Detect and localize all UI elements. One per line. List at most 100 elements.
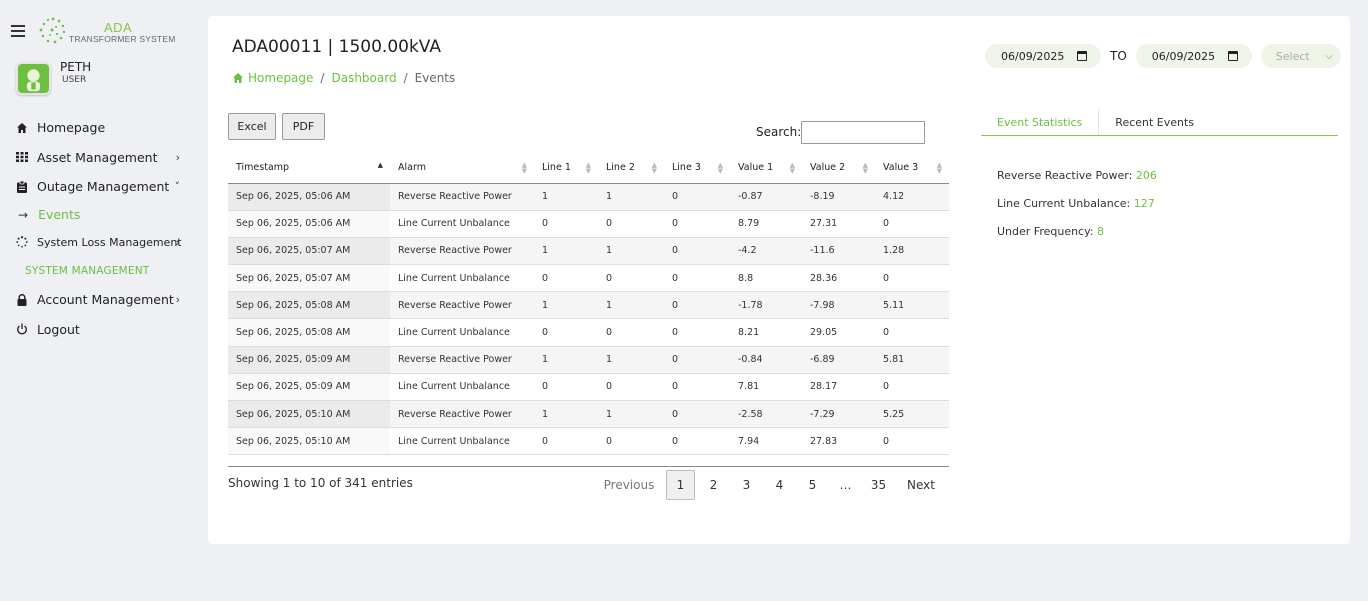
page-button-1[interactable]: 1 (666, 470, 695, 500)
table-cell: -1.78 (730, 291, 802, 320)
power-icon (15, 322, 29, 336)
table-row[interactable]: Sep 06, 2025, 05:10 AM Line Current Unbal… (228, 427, 949, 456)
table-row[interactable]: Sep 06, 2025, 05:08 AM Line Current Unbal… (228, 318, 949, 347)
chevron-down-icon: ⌵ (1325, 50, 1333, 62)
table-row[interactable]: Sep 06, 2025, 05:07 AM Line Current Unbal… (228, 264, 949, 293)
calendar-icon[interactable] (1077, 51, 1087, 61)
table-row[interactable]: Sep 06, 2025, 05:10 AM Reverse Reactive P… (228, 400, 949, 429)
column-header[interactable]: Value 2 ▲ ▼ (802, 153, 875, 184)
table-row[interactable]: Sep 06, 2025, 05:08 AM Reverse Reactive P… (228, 291, 949, 320)
page-button-4[interactable]: 4 (763, 470, 796, 500)
table-cell: 1 (598, 400, 664, 429)
column-header-label: Line 3 (672, 162, 701, 174)
sidebar-item-label: Account Management (37, 292, 174, 308)
search-input[interactable] (801, 121, 925, 144)
column-header[interactable]: Timestamp ▲ ▼ (228, 153, 390, 184)
table-cell: -8.19 (802, 183, 875, 211)
sidebar-section-system-management: SYSTEM MANAGEMENT (25, 265, 150, 277)
sort-icon: ▲ ▼ (521, 161, 527, 175)
user-role: USER (62, 75, 87, 85)
table-cell: 4.12 (875, 183, 949, 211)
column-header[interactable]: Line 1 ▲ ▼ (534, 153, 598, 184)
column-header[interactable]: Value 1 ▲ ▼ (730, 153, 802, 184)
sidebar-item-system-loss-management[interactable]: System Loss Management › (0, 228, 200, 258)
table-cell: 1 (598, 183, 664, 211)
table-row[interactable]: Sep 06, 2025, 05:06 AM Line Current Unbal… (228, 210, 949, 238)
date-from-input[interactable]: 06/09/2025 (985, 44, 1101, 68)
page-button-2[interactable]: 2 (697, 470, 730, 500)
table-cell: -2.58 (730, 400, 802, 429)
table-cell: 0 (875, 373, 949, 402)
table-cell: 0 (598, 373, 664, 402)
breadcrumb-dashboard[interactable]: Dashboard (331, 71, 396, 85)
sidebar-item-outage-management[interactable]: Outage Management ˅ (0, 172, 200, 202)
transformer-select[interactable]: Select ⌵ (1260, 44, 1341, 68)
table-cell: Sep 06, 2025, 05:07 AM (228, 237, 390, 266)
table-cell: 0 (664, 291, 730, 320)
column-header[interactable]: Value 3 ▲ ▼ (875, 153, 949, 184)
sort-icon: ▲ ▼ (585, 161, 591, 175)
tab-event-statistics[interactable]: Event Statistics (981, 109, 1100, 135)
excel-export-button[interactable]: Excel (228, 113, 276, 140)
page-button-last[interactable]: 35 (862, 470, 895, 500)
table-cell: Sep 06, 2025, 05:07 AM (228, 264, 390, 293)
sort-icon: ▲ ▼ (862, 161, 868, 175)
clipboard-icon (15, 180, 29, 194)
column-header-label: Value 2 (810, 162, 846, 174)
page-button-3[interactable]: 3 (730, 470, 763, 500)
table-cell: 29.05 (802, 318, 875, 347)
table-cell: 7.94 (730, 427, 802, 456)
table-cell: -0.84 (730, 346, 802, 374)
stat-row: Under Frequency: 8 (997, 225, 1157, 253)
breadcrumb-separator: / (403, 71, 408, 85)
previous-page-button[interactable]: Previous (594, 470, 664, 500)
table-cell: Sep 06, 2025, 05:10 AM (228, 427, 390, 456)
sidebar-item-homepage[interactable]: Homepage (0, 113, 200, 143)
sidebar-item-label: Outage Management (37, 179, 170, 195)
sidebar-item-logout[interactable]: Logout (0, 315, 200, 345)
table-cell: 5.11 (875, 291, 949, 320)
next-page-button[interactable]: Next (895, 470, 947, 500)
calendar-icon[interactable] (1227, 51, 1238, 61)
table-cell: 8.21 (730, 318, 802, 347)
sidebar-item-account-management[interactable]: Account Management › (0, 285, 200, 315)
table-row[interactable]: Sep 06, 2025, 05:06 AM Reverse Reactive P… (228, 183, 949, 211)
column-header[interactable]: Alarm ▲ ▼ (390, 153, 534, 184)
stat-value: 8 (1097, 225, 1105, 238)
sidebar-nav: Homepage Asset Management › Outage Manag… (0, 113, 200, 344)
stat-label: Reverse Reactive Power: (997, 169, 1133, 182)
tab-recent-events[interactable]: Recent Events (1099, 109, 1210, 135)
column-header-label: Line 2 (606, 162, 635, 174)
search-label: Search: (756, 125, 802, 139)
sidebar-item-label: Logout (37, 321, 80, 337)
table-cell: 1 (598, 237, 664, 266)
table-cell: Line Current Unbalance (390, 427, 534, 456)
sidebar-item-events[interactable]: → Events (0, 202, 200, 228)
stat-label: Under Frequency: (997, 225, 1094, 238)
table-cell: 0 (664, 318, 730, 347)
column-header[interactable]: Line 3 ▲ ▼ (664, 153, 730, 184)
column-header[interactable]: Line 2 ▲ ▼ (598, 153, 664, 184)
events-table: Timestamp ▲ ▼ Alarm ▲ ▼ Line 1 ▲ ▼ Line 2 ▲ ▼ Line 3… (228, 153, 949, 456)
table-cell: 0 (875, 427, 949, 456)
page-button-5[interactable]: 5 (796, 470, 829, 500)
table-row[interactable]: Sep 06, 2025, 05:07 AM Reverse Reactive P… (228, 237, 949, 266)
table-row[interactable]: Sep 06, 2025, 05:09 AM Reverse Reactive P… (228, 346, 949, 374)
table-row[interactable]: Sep 06, 2025, 05:09 AM Line Current Unbal… (228, 373, 949, 402)
date-to-input[interactable]: 06/09/2025 (1135, 44, 1252, 68)
table-footer-divider (228, 466, 949, 467)
table-cell: 0 (664, 427, 730, 456)
table-cell: 0 (598, 318, 664, 347)
sidebar-item-asset-management[interactable]: Asset Management › (0, 143, 200, 173)
table-cell: 0 (598, 427, 664, 456)
stat-row: Reverse Reactive Power: 206 (997, 169, 1157, 197)
spinner-icon (15, 235, 29, 249)
pdf-export-button[interactable]: PDF (282, 113, 325, 140)
sort-icon: ▲ ▼ (717, 161, 723, 175)
breadcrumb-homepage[interactable]: Homepage (232, 71, 313, 85)
table-cell: Sep 06, 2025, 05:09 AM (228, 373, 390, 402)
stat-row: Line Current Unbalance: 127 (997, 197, 1157, 225)
page-title: ADA00011 | 1500.00kVA (232, 37, 441, 57)
menu-toggle-icon[interactable] (11, 25, 25, 37)
table-cell: 1 (534, 400, 598, 429)
